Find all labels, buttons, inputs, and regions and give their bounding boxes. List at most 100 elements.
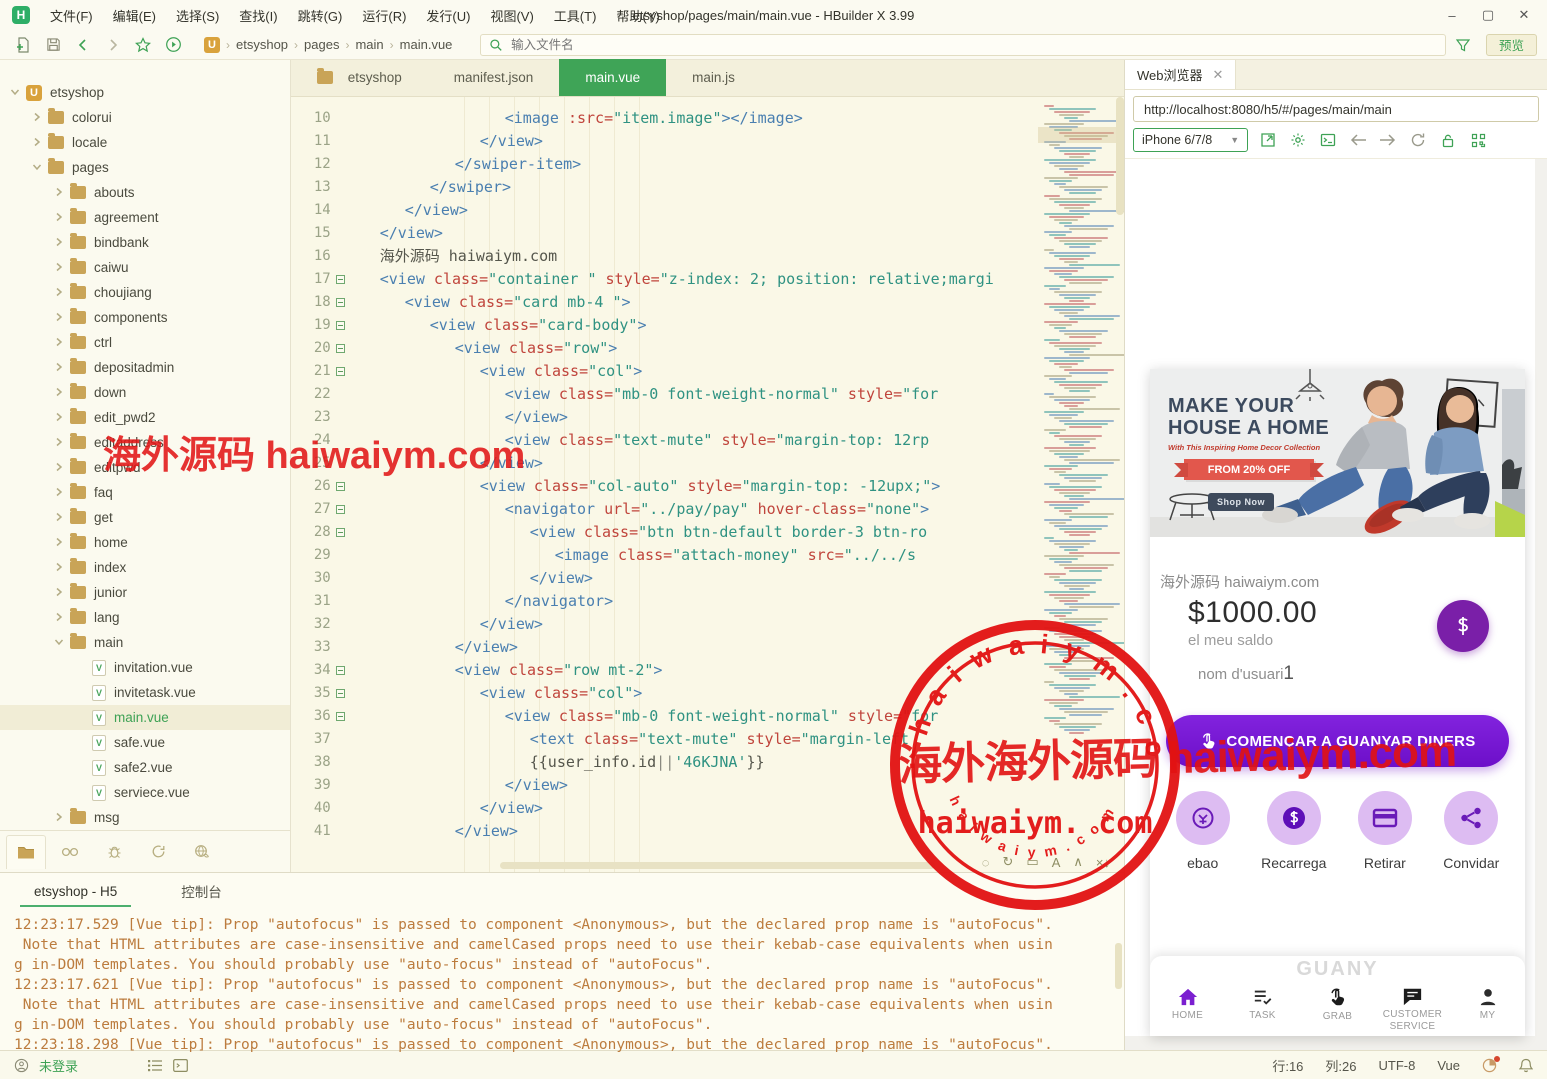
chevron-right-icon[interactable] xyxy=(54,437,66,449)
chevron-right-icon[interactable] xyxy=(76,662,88,674)
fold-marker[interactable] xyxy=(331,659,351,682)
code-line[interactable]: 31</navigator> xyxy=(291,590,1124,613)
code-line[interactable]: 32</view> xyxy=(291,613,1124,636)
tab-task[interactable]: TASK xyxy=(1227,987,1299,1022)
new-file-icon[interactable] xyxy=(10,34,36,56)
fold-collapse-icon[interactable] xyxy=(336,321,345,330)
tree-item-safe2.vue[interactable]: Vsafe2.vue xyxy=(0,755,290,780)
files-tab-icon[interactable] xyxy=(6,835,46,869)
start-earning-button[interactable]: COMENÇAR A GUANYAR DINERS xyxy=(1166,715,1509,767)
editor-tab-etsyshop[interactable]: etsyshop xyxy=(291,59,428,96)
chevron-right-icon[interactable] xyxy=(54,562,66,574)
fold-collapse-icon[interactable] xyxy=(336,666,345,675)
menu-item[interactable]: 文件(F) xyxy=(40,3,103,28)
shop-now-button[interactable]: Shop Now xyxy=(1208,493,1274,511)
tree-item-choujiang[interactable]: choujiang xyxy=(0,280,290,305)
window-icon[interactable]: ▭ xyxy=(1026,854,1038,870)
chevron-right-icon[interactable] xyxy=(54,412,66,424)
tree-item-caiwu[interactable]: caiwu xyxy=(0,255,290,280)
login-status[interactable]: 未登录 xyxy=(39,1056,78,1075)
fold-marker[interactable] xyxy=(331,360,351,383)
code-line[interactable]: 27<navigator url="../pay/pay" hover-clas… xyxy=(291,498,1124,521)
chevron-right-icon[interactable] xyxy=(76,737,88,749)
tree-item-msg[interactable]: msg xyxy=(0,805,290,830)
menu-item[interactable]: 工具(T) xyxy=(544,3,607,28)
bell-icon[interactable] xyxy=(1519,1058,1533,1073)
forward-icon[interactable] xyxy=(100,34,126,56)
code-line[interactable]: 24<view class="text-mute" style="margin-… xyxy=(291,429,1124,452)
tree-item-components[interactable]: components xyxy=(0,305,290,330)
encoding[interactable]: UTF-8 xyxy=(1379,1058,1416,1073)
chevron-right-icon[interactable] xyxy=(54,462,66,474)
fold-collapse-icon[interactable] xyxy=(336,689,345,698)
console-tab-console[interactable]: 控制台 xyxy=(167,875,236,907)
chevron-right-icon[interactable] xyxy=(54,487,66,499)
chevron-right-icon[interactable] xyxy=(54,612,66,624)
console-scrollbar[interactable] xyxy=(1115,943,1122,989)
tree-item-bindbank[interactable]: bindbank xyxy=(0,230,290,255)
breadcrumb-item[interactable]: main.vue xyxy=(400,37,453,52)
code-line[interactable]: 34<view class="row mt-2"> xyxy=(291,659,1124,682)
code-line[interactable]: 14</view> xyxy=(291,199,1124,222)
code-line[interactable]: 28<view class="btn btn-default border-3 … xyxy=(291,521,1124,544)
code-line[interactable]: 16海外源码 haiwaiym.com xyxy=(291,245,1124,268)
editor-tab-main.vue[interactable]: main.vue xyxy=(559,59,666,96)
editor-tab-main.js[interactable]: main.js xyxy=(666,59,761,96)
collapse-icon[interactable]: ∧ xyxy=(1073,854,1083,870)
run-icon[interactable] xyxy=(160,34,186,56)
code-line[interactable]: 17<view class="container " style="z-inde… xyxy=(291,268,1124,291)
menu-item[interactable]: 选择(S) xyxy=(166,3,229,28)
code-line[interactable]: 41</view> xyxy=(291,820,1124,843)
search-tab-icon[interactable] xyxy=(50,835,90,869)
chevron-right-icon[interactable] xyxy=(54,512,66,524)
fold-collapse-icon[interactable] xyxy=(336,275,345,284)
nav-back-icon[interactable] xyxy=(1348,130,1368,150)
fold-collapse-icon[interactable] xyxy=(336,482,345,491)
font-icon[interactable]: A xyxy=(1052,855,1061,870)
menu-item[interactable]: 跳转(G) xyxy=(288,3,353,28)
minimize-button[interactable]: – xyxy=(1437,4,1467,26)
refresh-icon[interactable] xyxy=(1408,130,1428,150)
menu-item[interactable]: 查找(I) xyxy=(229,3,287,28)
chevron-right-icon[interactable] xyxy=(54,237,66,249)
console-tab-h5[interactable]: etsyshop - H5 xyxy=(20,878,131,907)
plugins-tab-icon[interactable] xyxy=(182,835,222,869)
chevron-right-icon[interactable] xyxy=(76,787,88,799)
code-line[interactable]: 21<view class="col"> xyxy=(291,360,1124,383)
menu-item[interactable]: 视图(V) xyxy=(480,3,543,28)
horizontal-scrollbar[interactable] xyxy=(500,862,935,869)
refresh-icon[interactable]: ↻ xyxy=(1003,854,1014,870)
code-line[interactable]: 19<view class="card-body"> xyxy=(291,314,1124,337)
action-Retirar[interactable]: Retirar xyxy=(1358,791,1412,871)
gear-icon[interactable] xyxy=(1288,130,1308,150)
tree-item-ctrl[interactable]: ctrl xyxy=(0,330,290,355)
chevron-right-icon[interactable] xyxy=(54,187,66,199)
sync-tab-icon[interactable] xyxy=(138,835,178,869)
chevron-right-icon[interactable] xyxy=(32,112,44,124)
nav-forward-icon[interactable] xyxy=(1378,130,1398,150)
tree-item-locale[interactable]: locale xyxy=(0,130,290,155)
fold-collapse-icon[interactable] xyxy=(336,505,345,514)
menu-item[interactable]: 编辑(E) xyxy=(103,3,166,28)
cursor-line[interactable]: 行:16 xyxy=(1272,1056,1303,1075)
outline-icon[interactable] xyxy=(148,1059,163,1072)
tree-item-etsyshop[interactable]: Uetsyshop xyxy=(0,80,290,105)
fold-collapse-icon[interactable] xyxy=(336,528,345,537)
tree-item-lang[interactable]: lang xyxy=(0,605,290,630)
code-line[interactable]: 18<view class="card mb-4 "> xyxy=(291,291,1124,314)
close-button[interactable]: ✕ xyxy=(1509,4,1539,26)
chevron-right-icon[interactable] xyxy=(76,687,88,699)
tree-item-colorui[interactable]: colorui xyxy=(0,105,290,130)
tree-item-pages[interactable]: pages xyxy=(0,155,290,180)
action-Recarrega[interactable]: Recarrega xyxy=(1261,791,1326,871)
tree-item-faq[interactable]: faq xyxy=(0,480,290,505)
sort-icon[interactable]: ×↓ xyxy=(1096,855,1110,870)
promo-banner[interactable]: MAKE YOURHOUSE A HOME With This Inspirin… xyxy=(1150,369,1525,537)
close-tab-icon[interactable]: ✕ xyxy=(1213,67,1224,83)
file-search-box[interactable] xyxy=(480,34,1446,56)
fold-marker[interactable] xyxy=(331,521,351,544)
tree-item-agreement[interactable]: agreement xyxy=(0,205,290,230)
chevron-down-icon[interactable] xyxy=(32,162,44,174)
tree-item-editpwd[interactable]: editpwd xyxy=(0,455,290,480)
code-line[interactable]: 39</view> xyxy=(291,774,1124,797)
